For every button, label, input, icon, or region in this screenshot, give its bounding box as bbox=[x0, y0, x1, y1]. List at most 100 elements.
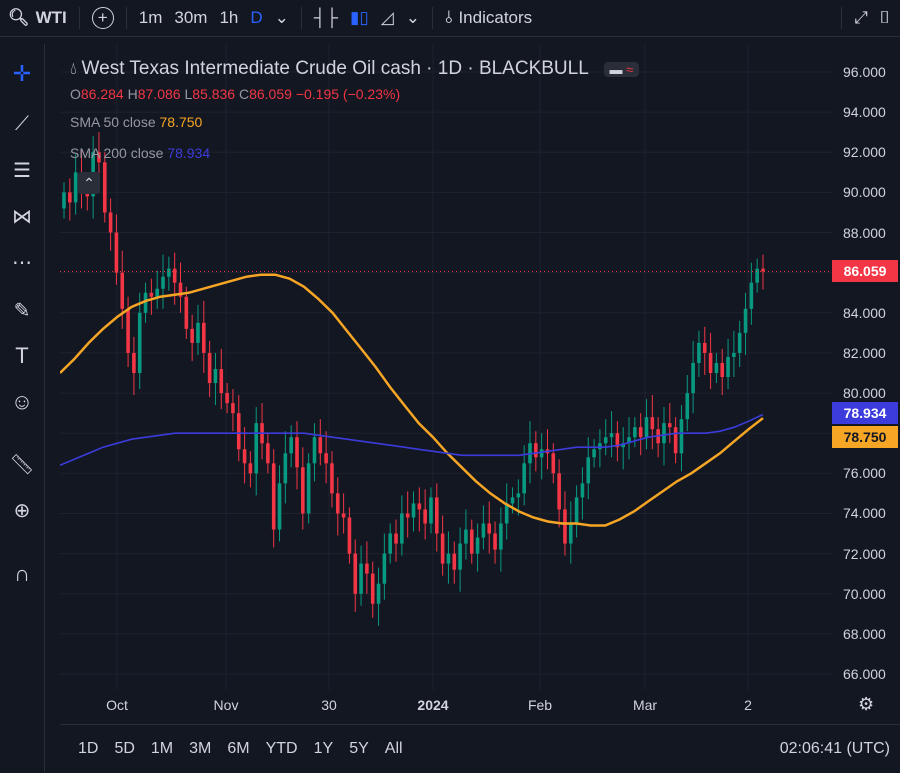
settings-icon[interactable]: ⚙ bbox=[858, 694, 874, 715]
candle bbox=[615, 421, 620, 462]
candle bbox=[592, 439, 596, 468]
price-tick-label: 96.000 bbox=[843, 64, 886, 80]
candle bbox=[73, 154, 78, 215]
sma50-legend[interactable]: SMA 50 close 78.750 bbox=[70, 114, 202, 130]
drawing-toolbar: ✛ ⟋ ☰ ⋈ ⋯ ✎ T ☺ 📏︎ ⊕ ∩ bbox=[0, 44, 45, 772]
candle bbox=[662, 407, 666, 466]
candle bbox=[458, 527, 462, 592]
price-tick-label: 88.000 bbox=[843, 224, 886, 241]
candle bbox=[469, 519, 474, 564]
tf-30m[interactable]: 30m bbox=[168, 0, 213, 36]
candle bbox=[242, 427, 247, 484]
candle bbox=[568, 501, 573, 564]
collapse-legend-button[interactable]: ⌃ bbox=[78, 172, 100, 194]
add-symbol-button[interactable]: + bbox=[86, 0, 120, 36]
candle bbox=[481, 505, 486, 550]
price-chart[interactable] bbox=[60, 44, 832, 690]
candle bbox=[266, 433, 270, 474]
chevron-down-icon[interactable]: ⌄ bbox=[269, 0, 295, 36]
candle bbox=[382, 533, 387, 600]
candle bbox=[557, 459, 561, 528]
crosshair-icon[interactable]: ✛ bbox=[4, 56, 40, 92]
candle bbox=[219, 348, 224, 410]
candle bbox=[190, 314, 194, 361]
candle bbox=[685, 375, 690, 432]
fullscreen-icon[interactable]: ⤢ bbox=[848, 0, 874, 36]
range-3m[interactable]: 3M bbox=[181, 740, 219, 758]
candle bbox=[668, 403, 672, 444]
candle bbox=[423, 489, 427, 540]
text-icon[interactable]: T bbox=[4, 338, 40, 374]
bar-chart-icon[interactable]: ┤├ bbox=[308, 0, 344, 36]
candle bbox=[68, 178, 72, 221]
candle bbox=[277, 465, 282, 542]
candle bbox=[137, 292, 142, 390]
candles-icon[interactable]: ▮▯ bbox=[344, 0, 375, 36]
range-1y[interactable]: 1Y bbox=[306, 740, 342, 758]
candle bbox=[452, 541, 457, 584]
candle bbox=[720, 348, 725, 396]
emoji-icon[interactable]: ☺ bbox=[4, 384, 40, 420]
candle bbox=[359, 545, 363, 606]
zoom-in-icon[interactable]: ⊕ bbox=[4, 492, 40, 528]
ruler-icon[interactable]: 📏︎ bbox=[4, 446, 40, 482]
candle bbox=[289, 425, 293, 468]
candle bbox=[633, 417, 637, 448]
pattern-icon[interactable]: ⋈ bbox=[4, 198, 40, 234]
price-tick-label: 82.000 bbox=[843, 344, 886, 361]
horizontal-lines-icon[interactable]: ☰ bbox=[4, 152, 40, 188]
candle bbox=[708, 332, 713, 390]
range-5y[interactable]: 5Y bbox=[341, 740, 377, 758]
candle bbox=[394, 519, 398, 562]
magnet-icon[interactable]: ∩ bbox=[4, 556, 40, 592]
candle bbox=[580, 467, 585, 520]
candle bbox=[691, 340, 695, 414]
range-1d[interactable]: 1D bbox=[70, 740, 106, 758]
forecast-icon[interactable]: ⋯ bbox=[4, 244, 40, 280]
price-tick-label: 66.000 bbox=[843, 666, 886, 682]
legend-toggle[interactable]: ▬ ≈ bbox=[603, 62, 640, 77]
candle bbox=[487, 501, 492, 554]
camera-icon[interactable]: ⌷ bbox=[874, 0, 900, 36]
candle bbox=[184, 286, 189, 339]
time-tick-label: 30 bbox=[321, 697, 337, 713]
range-5d[interactable]: 5D bbox=[106, 740, 142, 758]
symbol-search[interactable]: 🔍︎ WTI bbox=[0, 0, 73, 36]
time-tick-label: Feb bbox=[527, 697, 553, 713]
candle bbox=[254, 407, 259, 496]
candle bbox=[609, 411, 614, 458]
tf-d[interactable]: D bbox=[244, 0, 268, 36]
sma200-legend[interactable]: SMA 200 close 78.934 bbox=[70, 145, 210, 161]
area-chart-icon[interactable]: ◿ bbox=[375, 0, 400, 36]
time-tick-label: Nov bbox=[213, 697, 239, 713]
tf-1m[interactable]: 1m bbox=[133, 0, 169, 36]
candle bbox=[353, 539, 358, 612]
candle bbox=[743, 292, 748, 355]
chevron-down-icon[interactable]: ⌄ bbox=[400, 0, 426, 36]
range-1m[interactable]: 1M bbox=[143, 740, 181, 758]
candle bbox=[295, 421, 299, 490]
candle bbox=[271, 449, 276, 548]
candle bbox=[248, 451, 253, 488]
candle bbox=[405, 491, 410, 538]
indicators-button[interactable]: ⫰ Indicators bbox=[439, 0, 538, 36]
candle bbox=[318, 419, 323, 466]
drop-icon: 💧︎ bbox=[70, 59, 77, 78]
search-icon: 🔍︎ bbox=[8, 8, 30, 27]
brush-icon[interactable]: ✎ bbox=[4, 292, 40, 328]
candle bbox=[545, 429, 550, 470]
range-all[interactable]: All bbox=[377, 740, 411, 758]
candle bbox=[312, 423, 317, 482]
clock[interactable]: 02:06:41 (UTC) bbox=[780, 740, 900, 758]
candle bbox=[440, 515, 445, 576]
trend-line-icon[interactable]: ⟋ bbox=[4, 106, 40, 142]
range-ytd[interactable]: YTD bbox=[258, 740, 306, 758]
range-6m[interactable]: 6M bbox=[219, 740, 257, 758]
ohlc-values: O86.284 H87.086 L85.836 C86.059 −0.195 (… bbox=[70, 86, 401, 102]
tf-1h[interactable]: 1h bbox=[213, 0, 244, 36]
candle bbox=[283, 431, 288, 504]
candle bbox=[231, 389, 235, 432]
candle bbox=[475, 523, 480, 572]
candle bbox=[306, 453, 311, 524]
candle bbox=[376, 567, 381, 626]
